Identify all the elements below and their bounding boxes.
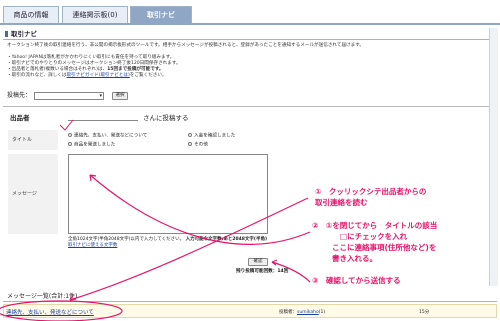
check-mark-icon	[59, 119, 74, 131]
annotation-step2-line1: ② ①を閉じてから タイトルの該当	[312, 221, 438, 230]
annotation-overlay	[0, 119, 311, 321]
arrow-step1-head	[69, 294, 77, 301]
annotation-step2-line2: □にチェックを入れ	[340, 232, 408, 241]
arrow-step3	[271, 261, 311, 283]
arrow-step2	[89, 174, 311, 245]
annotation-step2-line3: ここに連絡事項(住所他など)を	[332, 243, 437, 252]
annotation-step3: ③ 確認してから送信する	[312, 276, 401, 285]
annotation-step2-line4: 書き入れる。	[332, 254, 377, 263]
annotation-step1-line2: 取引連絡を読む	[315, 198, 368, 207]
arrow-step1	[69, 197, 309, 301]
annotation-step1-line1: ① クッリックシテ出品者からの	[315, 187, 427, 196]
highlight-oval	[0, 300, 123, 321]
